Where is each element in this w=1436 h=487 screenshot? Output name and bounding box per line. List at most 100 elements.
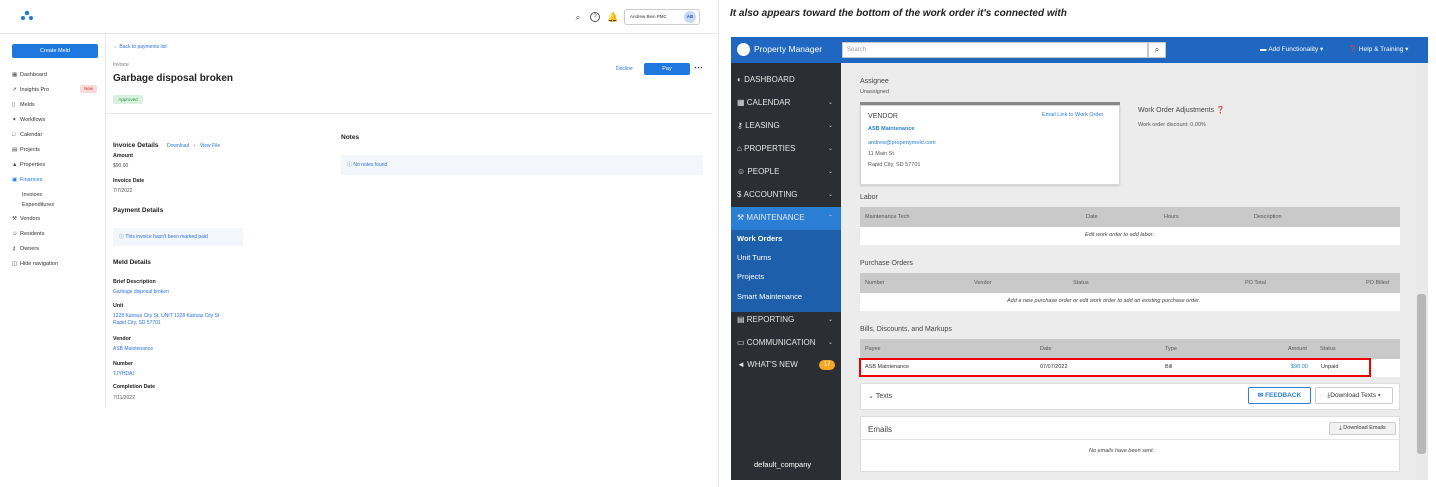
logo-icon[interactable]: [20, 10, 34, 22]
people-icon: ☺: [737, 167, 748, 176]
property-meld-app: ⌕ ? 🔔 Andrew Bien PMC AB Create Meld ▦ Da…: [0, 0, 718, 487]
number-value[interactable]: TJYHDAI: [113, 371, 134, 377]
chevron-up-icon: ⌃: [827, 215, 833, 221]
chevron-down-icon: ⌄: [827, 146, 833, 152]
po-col-total: PO Total: [1245, 280, 1266, 286]
megaphone-icon: ◄: [737, 360, 748, 369]
emails-divider: [860, 439, 1400, 440]
sidebar-item-projects[interactable]: ▤ Projects: [12, 145, 102, 155]
key-icon: ⚷: [737, 121, 746, 130]
completion-date-label: Completion Date: [113, 384, 156, 390]
sidebar-item-owners[interactable]: ⚷ Owners: [12, 244, 102, 254]
add-functionality-menu[interactable]: ▬ Add Functionality ▾: [1260, 45, 1323, 53]
unit-line-2[interactable]: Rapid City, SD 57701: [113, 320, 161, 326]
bell-icon[interactable]: 🔔: [607, 12, 618, 22]
download-emails-button[interactable]: ⤓ Download Emails: [1329, 422, 1396, 435]
sidebar-item-calendar[interactable]: □ Calendar: [12, 130, 102, 140]
chevron-down-icon: ⌄: [827, 340, 833, 346]
texts-toggle[interactable]: ⌄ Texts: [868, 392, 892, 400]
sidebar-item-invoices[interactable]: Invoices: [22, 190, 112, 200]
notes-title: Notes: [341, 134, 360, 141]
brief-description-value[interactable]: Garbage disposal broken: [113, 289, 169, 295]
sidebar-item-expenditures[interactable]: Expenditures: [22, 200, 112, 210]
sidebar-item-dashboard[interactable]: ▦ Dashboard: [12, 70, 102, 80]
pay-button[interactable]: Pay: [644, 63, 690, 75]
po-col-vendor: Vendor: [974, 280, 992, 286]
calendar-icon: □: [12, 132, 16, 138]
download-link[interactable]: Download: [167, 143, 189, 149]
adjustments-title: Work Order Adjustments ❓: [1138, 107, 1225, 114]
po-title: Purchase Orders: [860, 260, 913, 267]
pm-sub-unit-turns[interactable]: Unit Turns: [737, 253, 771, 262]
projects-icon: ▤: [12, 147, 18, 153]
vendor-value[interactable]: ASB Maintenance: [113, 346, 153, 352]
chevron-down-icon: ⌄: [827, 169, 833, 175]
decline-button[interactable]: Decline: [616, 66, 633, 72]
email-link-button[interactable]: Email Link to Work Order: [1042, 112, 1103, 118]
pm-nav-properties[interactable]: ⌂ PROPERTIES ⌄: [737, 142, 837, 156]
create-meld-button[interactable]: Create Meld: [12, 44, 98, 58]
bills-col-payee: Payee: [865, 346, 881, 352]
bills-col-date: Date: [1040, 346, 1052, 352]
dollar-icon: $: [737, 190, 744, 199]
scrollbar-thumb[interactable]: [1417, 294, 1426, 454]
sidebar-item-finances[interactable]: ▣ Finances: [12, 175, 102, 185]
grid-icon: ▦: [12, 72, 18, 78]
vendor-name[interactable]: ASB Maintenance: [868, 126, 914, 132]
info-icon[interactable]: ❓: [1216, 107, 1225, 114]
pm-search-button[interactable]: ⌕: [1148, 42, 1166, 58]
vendor-address-1: 11 Main St: [868, 151, 894, 157]
pm-logo-icon[interactable]: [737, 43, 750, 56]
po-col-billed: PO Billed: [1366, 280, 1389, 286]
page-title: Garbage disposal broken: [113, 73, 234, 84]
vendor-label: Vendor: [113, 336, 131, 342]
help-icon[interactable]: ?: [590, 12, 600, 22]
pm-nav-communication[interactable]: ▭ COMMUNICATION ⌄: [737, 336, 837, 350]
payment-details-title: Payment Details: [113, 207, 164, 214]
hide-navigation-button[interactable]: ◫ Hide navigation: [12, 259, 102, 269]
pm-nav-dashboard[interactable]: ◐ DASHBOARD: [737, 73, 837, 87]
pm-search-input[interactable]: Search: [842, 42, 1148, 58]
labor-title: Labor: [860, 194, 878, 201]
sidebar-item-residents[interactable]: ☺ Residents: [12, 229, 102, 239]
pm-nav-maintenance[interactable]: ⚒ MAINTENANCE ⌃: [737, 211, 837, 225]
emails-title: Emails: [868, 425, 893, 434]
sidebar-item-melds[interactable]: ▯ Melds: [12, 100, 102, 110]
new-badge: New: [80, 85, 97, 93]
unit-label: Unit: [113, 303, 124, 309]
pm-sub-work-orders[interactable]: Work Orders: [737, 234, 782, 243]
search-icon[interactable]: ⌕: [573, 12, 583, 22]
pm-nav-reporting[interactable]: ▤ REPORTING ⌄: [737, 313, 837, 327]
sidebar-item-workflows[interactable]: ✦ Workflows: [12, 115, 102, 125]
vendor-email[interactable]: andrew@propertymeld.com: [868, 140, 936, 146]
pm-nav-calendar[interactable]: ▦ CALENDAR ⌄: [737, 96, 837, 110]
labor-col-date: Date: [1086, 214, 1098, 220]
bills-title: Bills, Discounts, and Markups: [860, 326, 952, 333]
emails-panel: [860, 416, 1400, 472]
unit-line-1[interactable]: 1228 Kansas City St, UNIT 1228 Kansas Ci…: [113, 313, 219, 319]
more-icon[interactable]: ⋯: [694, 62, 703, 73]
sidebar-item-properties[interactable]: ▲ Properties: [12, 160, 102, 170]
highlight-box: [859, 358, 1371, 377]
download-texts-button[interactable]: ⤓Download Texts ▾: [1315, 387, 1393, 404]
amount-label: Amount: [113, 153, 134, 159]
bills-table-header: [860, 339, 1400, 359]
sidebar-divider: [105, 34, 106, 408]
company-name: default_company: [754, 460, 812, 469]
pm-sub-projects[interactable]: Projects: [737, 272, 764, 281]
residents-icon: ☺: [12, 231, 18, 237]
bills-col-amount: Amount: [1288, 346, 1307, 352]
pm-nav-people[interactable]: ☺ PEOPLE ⌄: [737, 165, 837, 179]
pm-nav-leasing[interactable]: ⚷ LEASING ⌄: [737, 119, 837, 133]
pm-sub-smart-maintenance[interactable]: Smart Maintenance: [737, 292, 802, 301]
pm-nav-accounting[interactable]: $ ACCOUNTING ⌄: [737, 188, 837, 202]
mail-icon: ✉: [1257, 392, 1266, 399]
building-icon: ▲: [12, 162, 18, 168]
feedback-button[interactable]: ✉ FEEDBACK: [1248, 387, 1311, 404]
discount-text: Work order discount: 0.00%: [1138, 122, 1206, 128]
help-training-menu[interactable]: ❓ Help & Training ▾: [1349, 45, 1408, 53]
back-link[interactable]: ← Back to payments list: [113, 44, 167, 50]
view-file-link[interactable]: View File: [200, 143, 220, 149]
number-label: Number: [113, 361, 134, 367]
sidebar-item-vendors[interactable]: ⚒ Vendors: [12, 214, 102, 224]
